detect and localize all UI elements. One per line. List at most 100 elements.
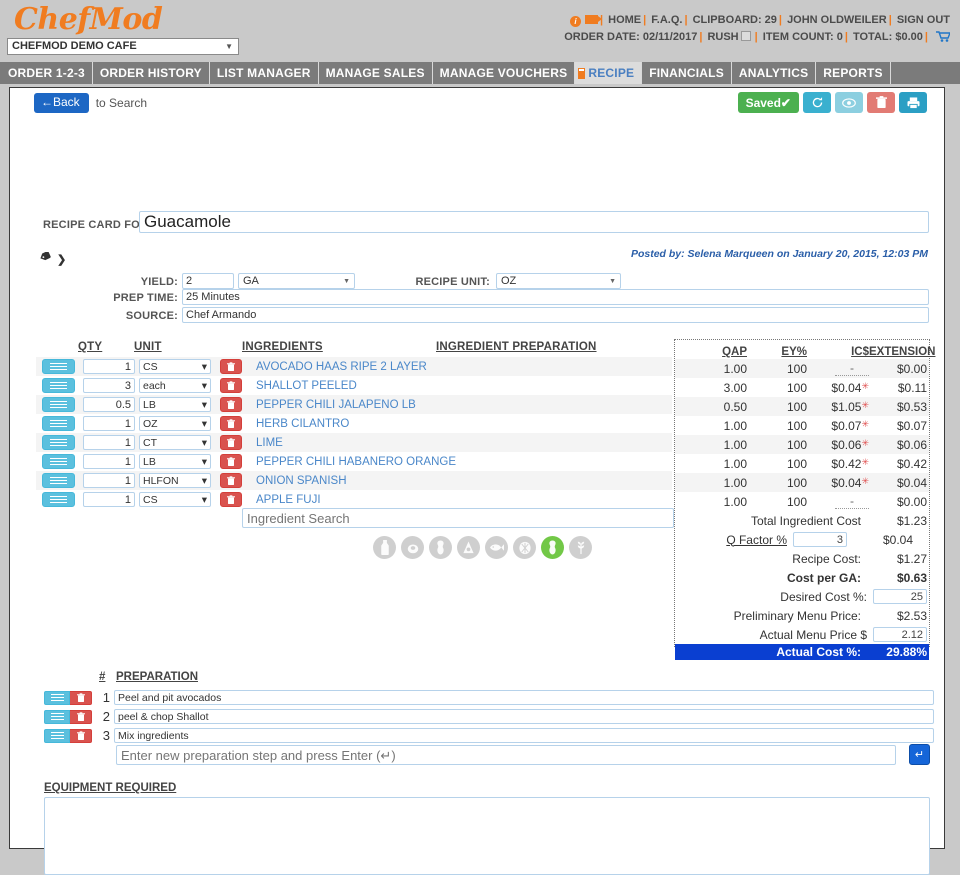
delete-step-icon[interactable] [70, 709, 92, 724]
q-factor-input[interactable] [793, 532, 847, 547]
nav-item-manage-vouchers[interactable]: MANAGE VOUCHERS [433, 62, 576, 84]
nav-item-order-history[interactable]: ORDER HISTORY [93, 62, 210, 84]
header-link-faq[interactable]: F.A.Q. [651, 14, 682, 26]
unit-select[interactable]: CS ▾ [139, 492, 211, 507]
save-button[interactable]: Saved✔ [737, 92, 799, 113]
treenut-allergen-icon[interactable] [541, 536, 564, 559]
ics-star: ✳ [861, 418, 869, 429]
ingredient-name[interactable]: ONION SPANISH [256, 475, 347, 487]
new-preparation-step-input[interactable] [116, 745, 896, 765]
unit-select[interactable]: CT ▾ [139, 435, 211, 450]
nav-item-analytics[interactable]: ANALYTICS [732, 62, 817, 84]
nav-item-list-manager[interactable]: LIST MANAGER [210, 62, 319, 84]
unit-select[interactable]: LB ▾ [139, 454, 211, 469]
ingredient-name[interactable]: HERB CILANTRO [256, 418, 349, 430]
cart-icon[interactable] [936, 31, 952, 42]
trash-icon[interactable] [867, 92, 895, 113]
ingredient-name[interactable]: LIME [256, 437, 283, 449]
delete-step-icon[interactable] [70, 728, 92, 743]
cost-row: 1.00 100 - $0.00 [675, 359, 929, 378]
row-menu-icon[interactable] [42, 473, 75, 488]
row-menu-icon[interactable] [42, 359, 75, 374]
qty-input[interactable] [83, 378, 135, 393]
delete-row-icon[interactable] [220, 492, 242, 507]
yield-input[interactable] [182, 273, 234, 289]
fish-allergen-icon[interactable] [485, 536, 508, 559]
row-menu-icon[interactable] [42, 416, 75, 431]
step-text-input[interactable] [114, 709, 934, 724]
eye-icon[interactable] [835, 92, 863, 113]
nav-label: MANAGE SALES [325, 66, 425, 80]
delete-row-icon[interactable] [220, 397, 242, 412]
delete-row-icon[interactable] [220, 454, 242, 469]
yield-unit-select[interactable]: GA ▼ [238, 273, 355, 289]
prep-time-input[interactable] [182, 289, 929, 305]
header-link-clipboard[interactable]: CLIPBOARD: 29 [693, 14, 777, 26]
row-menu-icon[interactable] [42, 492, 75, 507]
header-link-user[interactable]: JOHN OLDWEILER [787, 14, 887, 26]
wheat-allergen-icon[interactable] [569, 536, 592, 559]
tag-row[interactable]: ❯ [40, 251, 66, 266]
delete-row-icon[interactable] [220, 378, 242, 393]
delete-row-icon[interactable] [220, 435, 242, 450]
row-menu-icon[interactable] [42, 454, 75, 469]
refresh-icon[interactable] [803, 92, 831, 113]
add-preparation-step-button[interactable]: ↵ [909, 744, 930, 765]
rush-checkbox[interactable] [740, 31, 751, 41]
nav-item-order-123[interactable]: ORDER 1-2-3 [0, 62, 93, 84]
qty-input[interactable] [83, 454, 135, 469]
peanut-allergen-icon[interactable] [429, 536, 452, 559]
step-menu-icon[interactable] [44, 690, 70, 705]
milk-allergen-icon[interactable] [373, 536, 396, 559]
row-menu-icon[interactable] [42, 378, 75, 393]
actual-menu-price-input[interactable] [873, 627, 927, 642]
unit-select[interactable]: each ▾ [139, 378, 211, 393]
unit-select[interactable]: OZ ▾ [139, 416, 211, 431]
row-menu-icon[interactable] [42, 397, 75, 412]
ingredient-search-input[interactable] [242, 508, 674, 528]
qty-input[interactable] [83, 473, 135, 488]
nav-item-reports[interactable]: REPORTS [816, 62, 891, 84]
step-text-input[interactable] [114, 690, 934, 705]
equipment-required-textarea[interactable] [44, 797, 930, 875]
qty-input[interactable] [83, 397, 135, 412]
store-selector[interactable]: CHEFMOD DEMO CAFE ▼ [7, 38, 239, 55]
ingredient-name[interactable]: PEPPER CHILI HABANERO ORANGE [256, 456, 456, 468]
recipe-name-input[interactable] [139, 211, 929, 233]
back-button[interactable]: ←Back [34, 93, 89, 113]
nav-item-recipe[interactable]: RECIPE [575, 62, 643, 84]
step-text-input[interactable] [114, 728, 934, 743]
desired-cost-input[interactable] [873, 589, 927, 604]
ingredient-name[interactable]: APPLE FUJI [256, 494, 321, 506]
nav-item-financials[interactable]: FINANCIALS [642, 62, 732, 84]
header-link-home[interactable]: HOME [608, 14, 641, 26]
nav-item-manage-sales[interactable]: MANAGE SALES [319, 62, 433, 84]
video-icon[interactable] [584, 15, 602, 24]
qty-input[interactable] [83, 435, 135, 450]
step-menu-icon[interactable] [44, 728, 70, 743]
step-menu-icon[interactable] [44, 709, 70, 724]
soy-allergen-icon[interactable] [457, 536, 480, 559]
printer-icon[interactable] [899, 92, 927, 113]
ingredient-name[interactable]: PEPPER CHILI JALAPENO LB [256, 399, 416, 411]
qty-input[interactable] [83, 492, 135, 507]
ingredient-name[interactable]: SHALLOT PEELED [256, 380, 357, 392]
header-link-signout[interactable]: SIGN OUT [897, 14, 950, 26]
qty-input[interactable] [83, 359, 135, 374]
shellfish-allergen-icon[interactable] [513, 536, 536, 559]
qty-input[interactable] [83, 416, 135, 431]
delete-row-icon[interactable] [220, 359, 242, 374]
unit-select[interactable]: LB ▾ [139, 397, 211, 412]
nav-label: MANAGE VOUCHERS [439, 66, 568, 80]
ingredient-name[interactable]: AVOCADO HAAS RIPE 2 LAYER [256, 361, 427, 373]
delete-step-icon[interactable] [70, 690, 92, 705]
unit-select[interactable]: CS ▾ [139, 359, 211, 374]
egg-allergen-icon[interactable] [401, 536, 424, 559]
recipe-unit-select[interactable]: OZ ▼ [496, 273, 621, 289]
source-input[interactable] [182, 307, 929, 323]
info-icon[interactable]: i [569, 16, 581, 27]
row-menu-icon[interactable] [42, 435, 75, 450]
delete-row-icon[interactable] [220, 473, 242, 488]
delete-row-icon[interactable] [220, 416, 242, 431]
unit-select[interactable]: HLFON ▾ [139, 473, 211, 488]
